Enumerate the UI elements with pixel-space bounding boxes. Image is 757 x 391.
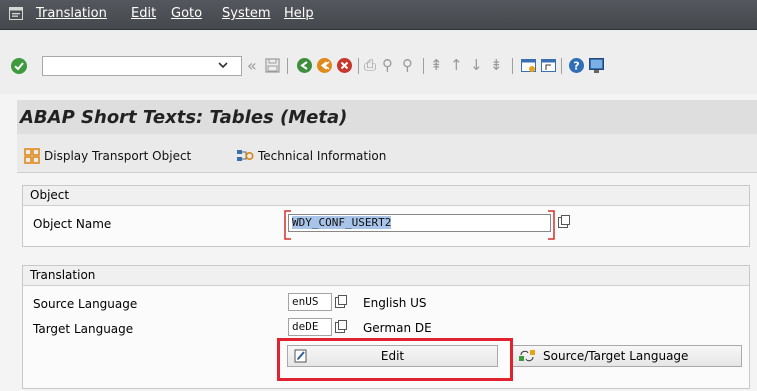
display-transport-object-button[interactable]: Display Transport Object: [24, 147, 191, 165]
toolbar-separator: [287, 58, 288, 74]
find-icon[interactable]: ⚲: [382, 56, 393, 74]
help-icon[interactable]: ?: [568, 57, 585, 74]
source-language-field[interactable]: enUS: [288, 293, 332, 311]
translation-group-header: Translation: [23, 266, 749, 286]
toolbar-separator: [561, 58, 562, 74]
source-target-language-label: Source/Target Language: [543, 349, 689, 363]
object-group-header: Object: [23, 186, 749, 206]
display-transport-object-label: Display Transport Object: [44, 149, 192, 163]
switch-language-icon: [519, 350, 535, 362]
svg-text:?: ?: [573, 60, 579, 73]
print-icon[interactable]: ⎙: [364, 56, 376, 74]
menu-edit[interactable]: Edit: [131, 6, 156, 21]
menu-bar: [0, 0, 757, 30]
target-language-field[interactable]: deDE: [288, 318, 332, 336]
find-next-icon[interactable]: ⚲: [402, 56, 413, 74]
page-title: ABAP Short Texts: Tables (Meta): [20, 107, 348, 128]
save-icon[interactable]: [264, 57, 281, 74]
transport-icon: [24, 148, 40, 164]
source-language-help-icon[interactable]: [334, 294, 348, 309]
next-page-icon[interactable]: ↓: [470, 56, 483, 74]
target-language-label: Target Language: [33, 322, 134, 336]
required-field-marker: [284, 210, 555, 240]
technical-information-label: Technical Information: [258, 149, 387, 163]
source-target-language-button[interactable]: Source/Target Language: [512, 345, 742, 367]
target-language-help-icon[interactable]: [334, 319, 348, 334]
create-session-icon[interactable]: [520, 57, 537, 74]
menu-translation[interactable]: Translation: [36, 6, 107, 21]
technical-information-button[interactable]: Technical Information: [236, 147, 386, 165]
menu-help[interactable]: Help: [284, 6, 314, 21]
toolbar-separator: [512, 58, 513, 74]
toolbar-separator: [358, 58, 359, 74]
shortcut-icon[interactable]: [540, 57, 557, 74]
target-language-description: German DE: [363, 321, 432, 335]
cancel-icon[interactable]: [336, 57, 353, 74]
source-language-label: Source Language: [33, 297, 138, 311]
first-page-icon[interactable]: ⇞: [430, 56, 443, 74]
exit-icon[interactable]: [316, 57, 333, 74]
ok-icon[interactable]: [10, 57, 28, 75]
command-field[interactable]: [42, 56, 242, 76]
back-icon[interactable]: [296, 57, 313, 74]
technical-info-icon: [237, 150, 254, 161]
menu-system[interactable]: System: [222, 6, 270, 21]
dropdown-icon[interactable]: [216, 58, 230, 72]
back-nav-icon[interactable]: «: [247, 56, 257, 75]
menu-icon[interactable]: [9, 7, 23, 20]
layout-icon[interactable]: [588, 57, 605, 74]
toolbar-separator: [423, 58, 424, 74]
last-page-icon[interactable]: ⇟: [490, 56, 503, 74]
previous-page-icon[interactable]: ↑: [450, 56, 463, 74]
object-name-label: Object Name: [33, 217, 112, 231]
source-language-description: English US: [363, 296, 427, 310]
value-help-icon[interactable]: [557, 214, 571, 229]
menu-goto[interactable]: Goto: [171, 6, 202, 21]
highlight-box: [277, 338, 513, 381]
